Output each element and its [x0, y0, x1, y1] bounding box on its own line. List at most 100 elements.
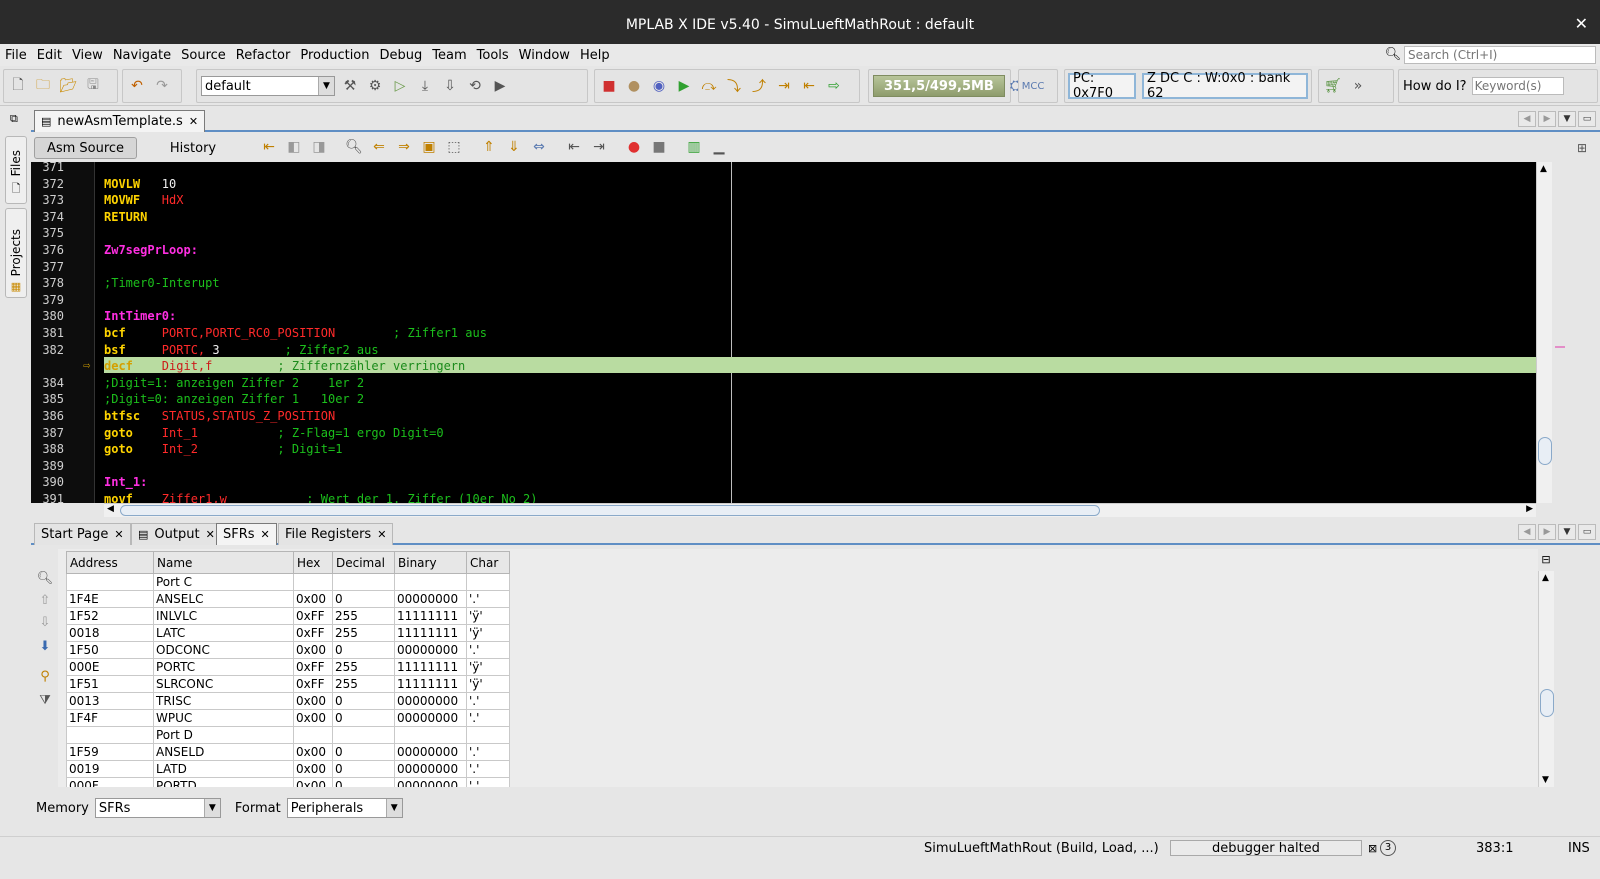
clean-build-icon[interactable]: ⚙ [365, 76, 385, 96]
uncomment-icon[interactable]: ▁ [709, 137, 729, 157]
menu-help[interactable]: Help [575, 48, 615, 63]
memory-meter[interactable]: 351,5/499,5MB [873, 75, 1005, 97]
tab-file-registers[interactable]: File Registers ✕ [278, 523, 394, 545]
configuration-select[interactable]: default ▼ [201, 76, 335, 96]
find-next-icon[interactable]: ⇒ [394, 137, 414, 157]
new-file-icon[interactable]: 🗋 [8, 76, 28, 96]
menu-window[interactable]: Window [514, 48, 575, 63]
code-line[interactable]: ⇨ decf Digit,f ; Ziffernzähler verringern [31, 357, 1536, 374]
tab-list-icon[interactable]: ▼ [1558, 111, 1576, 127]
tab-output[interactable]: ▤ Output ✕ [131, 523, 222, 545]
close-tab-icon[interactable]: ✕ [377, 528, 386, 541]
col-name[interactable]: Name [153, 551, 294, 574]
menu-refactor[interactable]: Refactor [231, 48, 296, 63]
code-line[interactable]: 391 movf Ziffer1,w ; Wert der 1. Ziffer (… [31, 490, 1536, 503]
code-line[interactable]: 385 ;Digit=0: anzeigen Ziffer 1 10er 2 [31, 390, 1536, 407]
editor-horizontal-scrollbar[interactable]: ◀ ▶ [104, 503, 1536, 517]
menu-view[interactable]: View [67, 48, 108, 63]
scroll-up-icon[interactable]: ▲ [1542, 573, 1549, 583]
code-line[interactable]: 380 IntTimer0: [31, 307, 1536, 324]
menu-edit[interactable]: Edit [32, 48, 67, 63]
maximize-window-icon[interactable]: ▭ [1578, 111, 1596, 127]
col-hex[interactable]: Hex [293, 551, 333, 574]
menu-tools[interactable]: Tools [472, 48, 514, 63]
projects-side-tab[interactable]: Projects ▦ [5, 208, 27, 298]
code-line[interactable]: 386 btfsc STATUS,STATUS_Z_POSITION [31, 407, 1536, 424]
scroll-left-icon[interactable]: ◀ [107, 504, 114, 514]
continue-icon[interactable]: ▶ [674, 76, 694, 96]
sfr-group-row[interactable]: Port D [66, 726, 510, 744]
code-editor[interactable]: 371 372 MOVLW 10 373 MOVWF HdX 374 RETURN 375 37… [31, 162, 1536, 503]
menu-team[interactable]: Team [427, 48, 471, 63]
toggle-highlight-icon[interactable]: ▣ [419, 137, 439, 157]
download-icon[interactable]: ⬇ [36, 637, 54, 655]
code-line[interactable]: 376 Zw7segPrLoop: [31, 241, 1536, 258]
mcc-icon[interactable]: MCC [1022, 76, 1045, 96]
find-icon[interactable]: 🔍︎ [344, 137, 364, 157]
save-all-icon[interactable]: 🖫 [83, 76, 103, 96]
clear-filter-icon[interactable]: ⧩ [36, 691, 54, 709]
scroll-right-icon[interactable]: ▶ [1526, 504, 1533, 514]
find-previous-icon[interactable]: ⇐ [369, 137, 389, 157]
tab-start-page[interactable]: Start Page ✕ [34, 523, 131, 545]
sfr-group-row[interactable]: Port C [66, 573, 510, 591]
asm-source-view-button[interactable]: Asm Source [34, 137, 137, 159]
close-icon[interactable]: ✕ [1575, 14, 1588, 33]
sfr-row[interactable]: 1F52 INLVLC 0xFF 255 11111111'ÿ' [66, 607, 510, 625]
finish-debug-icon[interactable]: ■ [599, 76, 619, 96]
run-to-cursor-icon[interactable]: ⇥ [774, 76, 794, 96]
code-line[interactable]: 382 bsf PORTC, 3 ; Ziffer2 aus [31, 341, 1536, 358]
start-macro-icon[interactable]: ● [624, 137, 644, 157]
pause-icon[interactable]: ● [624, 76, 644, 96]
error-stripe[interactable] [1552, 162, 1568, 503]
cart-icon[interactable]: 🛒︎ [1323, 76, 1343, 96]
howdoi-input[interactable] [1471, 77, 1564, 95]
files-side-tab[interactable]: Files 🗋 [5, 136, 27, 204]
shift-right-icon[interactable]: ⇥ [589, 137, 609, 157]
next-bookmark-icon[interactable]: ⇓ [504, 137, 524, 157]
more-chevron-icon[interactable]: » [1348, 76, 1368, 96]
make-program-icon[interactable]: ⤓ [415, 76, 435, 96]
code-line[interactable]: 371 [31, 162, 1536, 175]
sfr-row[interactable]: 0013 TRISC 0x00 0 00000000 '.' [66, 692, 510, 710]
debug-project-icon[interactable]: ▶ [490, 76, 510, 96]
sfr-scroll-thumb[interactable] [1540, 689, 1554, 717]
col-address[interactable]: Address [66, 551, 154, 574]
scroll-tabs-left-icon[interactable]: ◀ [1518, 524, 1536, 540]
go-up-icon[interactable]: ⇧ [36, 591, 54, 609]
memory-select[interactable]: SFRs ▼ [94, 798, 221, 818]
tab-newasmtemplate[interactable]: ▤ newAsmTemplate.s ✕ [34, 110, 206, 132]
split-editor-icon[interactable]: ⊞ [1572, 138, 1592, 158]
col-binary[interactable]: Binary [394, 551, 467, 574]
history-view-button[interactable]: History [143, 137, 243, 159]
scroll-tabs-right-icon[interactable]: ▶ [1538, 524, 1556, 540]
code-line[interactable]: 389 [31, 457, 1536, 474]
focus-cursor-icon[interactable]: ⇨ [824, 76, 844, 96]
open-project-icon[interactable]: 📂︎ [58, 76, 78, 96]
sfr-row[interactable]: 000F PORTD 0x00 0 00000000 '.' [66, 777, 510, 787]
menu-navigate[interactable]: Navigate [108, 48, 176, 63]
step-into-icon[interactable]: ⤵ [724, 76, 744, 96]
redo-icon[interactable]: ↷ [152, 76, 172, 96]
toggle-bookmark-icon[interactable]: ⇔ [529, 137, 549, 157]
run-icon[interactable]: ▷ [390, 76, 410, 96]
step-out-icon[interactable]: ⤴ [749, 76, 769, 96]
step-over-icon[interactable]: ⤼ [699, 76, 719, 96]
tab-sfrs[interactable]: SFRs ✕ [216, 523, 277, 545]
editor-vertical-scrollbar[interactable]: ▲ [1536, 162, 1552, 503]
menu-production[interactable]: Production [295, 48, 374, 63]
scroll-tabs-right-icon[interactable]: ▶ [1538, 111, 1556, 127]
editor-scroll-thumb[interactable] [1538, 437, 1552, 465]
read-device-icon[interactable]: ⇩ [440, 76, 460, 96]
code-line[interactable]: 379 [31, 291, 1536, 308]
sfr-row[interactable]: 1F50 ODCONC 0x00 0 00000000 '.' [66, 641, 510, 659]
hold-reset-icon[interactable]: ⟲ [465, 76, 485, 96]
toggle-selection-icon[interactable]: ⬚ [444, 137, 464, 157]
code-line[interactable]: 381 bcf PORTC,PORTC_RC0_POSITION ; Ziffer… [31, 324, 1536, 341]
back-icon[interactable]: ◧ [284, 137, 304, 157]
code-line[interactable]: 378 ;Timer0-Interupt [31, 274, 1536, 291]
cancel-task-icon[interactable]: ⊠ [1368, 842, 1377, 855]
notifications-badge[interactable]: 3 [1380, 840, 1396, 856]
reset-icon[interactable]: ◉ [649, 76, 669, 96]
restore-window-icon[interactable]: ⧉ [10, 112, 18, 126]
